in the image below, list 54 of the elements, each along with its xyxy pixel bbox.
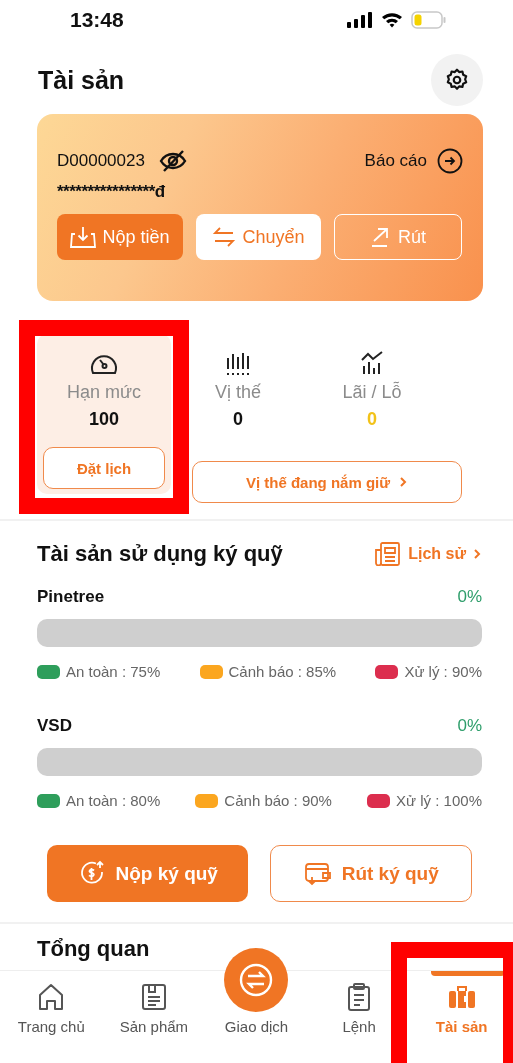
section-title: Tổng quan <box>37 936 151 962</box>
status-time: 13:48 <box>70 8 124 32</box>
document-list-icon <box>139 982 168 1012</box>
group-name: VSD <box>37 716 72 736</box>
stat-value: 100 <box>88 409 119 430</box>
stat-value: 0 <box>367 409 377 430</box>
positions-button[interactable]: Vị thế đang nắm giữ <box>192 461 462 503</box>
legend-label: An toàn : 80% <box>66 792 161 809</box>
settings-icon <box>444 67 470 93</box>
legend-label: Xử lý : 100% <box>396 792 482 809</box>
ratio-value: 0% <box>457 587 482 607</box>
ratio-value: 0% <box>457 716 482 736</box>
swap-arrows-icon <box>212 226 237 248</box>
nav-tab[interactable]: Giao dịch <box>205 949 308 1063</box>
report-link[interactable]: Báo cáo <box>364 148 463 174</box>
settings-button[interactable] <box>431 54 483 106</box>
history-link[interactable]: Lịch sử <box>374 542 482 566</box>
withdraw-button[interactable]: Rút <box>334 214 462 260</box>
bar-chart-icon <box>225 350 251 376</box>
stat-label: Hạn mức <box>66 382 142 403</box>
section-title: Tài sản sử dụng ký quỹ <box>37 541 283 567</box>
margin-withdraw-button[interactable]: Rút ký quỹ <box>270 845 472 902</box>
nav-tab[interactable]: Sản phẩm <box>102 971 206 1063</box>
group-name: Pinetree <box>37 587 105 607</box>
legend-label: Cảnh báo : 90% <box>224 792 332 809</box>
account-number: D00000023 <box>57 151 145 171</box>
swap-arrows-icon <box>238 962 275 998</box>
hidden-eye-icon[interactable] <box>158 149 187 173</box>
chevron-right-icon <box>472 548 482 560</box>
legend-label: An toàn : 75% <box>66 663 161 680</box>
chevron-right-icon <box>398 476 409 488</box>
wifi-icon <box>381 12 403 28</box>
home-icon <box>37 982 66 1012</box>
nav-tab[interactable]: Trang chủ <box>0 971 103 1063</box>
page-title: Tài sản <box>38 65 125 95</box>
legend-label: Xử lý : 90% <box>404 663 482 680</box>
download-tray-icon <box>70 225 97 249</box>
wallet-icon <box>303 860 332 887</box>
hidden-balance: ****************đ <box>57 182 166 202</box>
stat-value: 0 <box>233 409 243 430</box>
line-chart-icon <box>359 350 385 376</box>
document-icon <box>374 542 403 566</box>
stat-label: Vị thế <box>215 382 261 403</box>
transfer-button[interactable]: Chuyển <box>196 214 321 260</box>
arrow-circle-icon <box>437 148 463 174</box>
deposit-button[interactable]: Nộp tiền <box>57 214 183 260</box>
nav-tab[interactable]: Tài sản <box>410 971 513 1063</box>
legend-label: Cảnh báo : 85% <box>228 663 337 680</box>
nav-tab[interactable]: Lệnh <box>307 971 411 1063</box>
schedule-button[interactable]: Đặt lịch <box>43 447 165 489</box>
margin-deposit-button[interactable]: Nộp ký quỹ <box>47 845 249 902</box>
battery-icon <box>411 11 447 29</box>
signal-icon <box>347 12 373 28</box>
stat-label: Lãi / Lỗ <box>342 382 402 403</box>
